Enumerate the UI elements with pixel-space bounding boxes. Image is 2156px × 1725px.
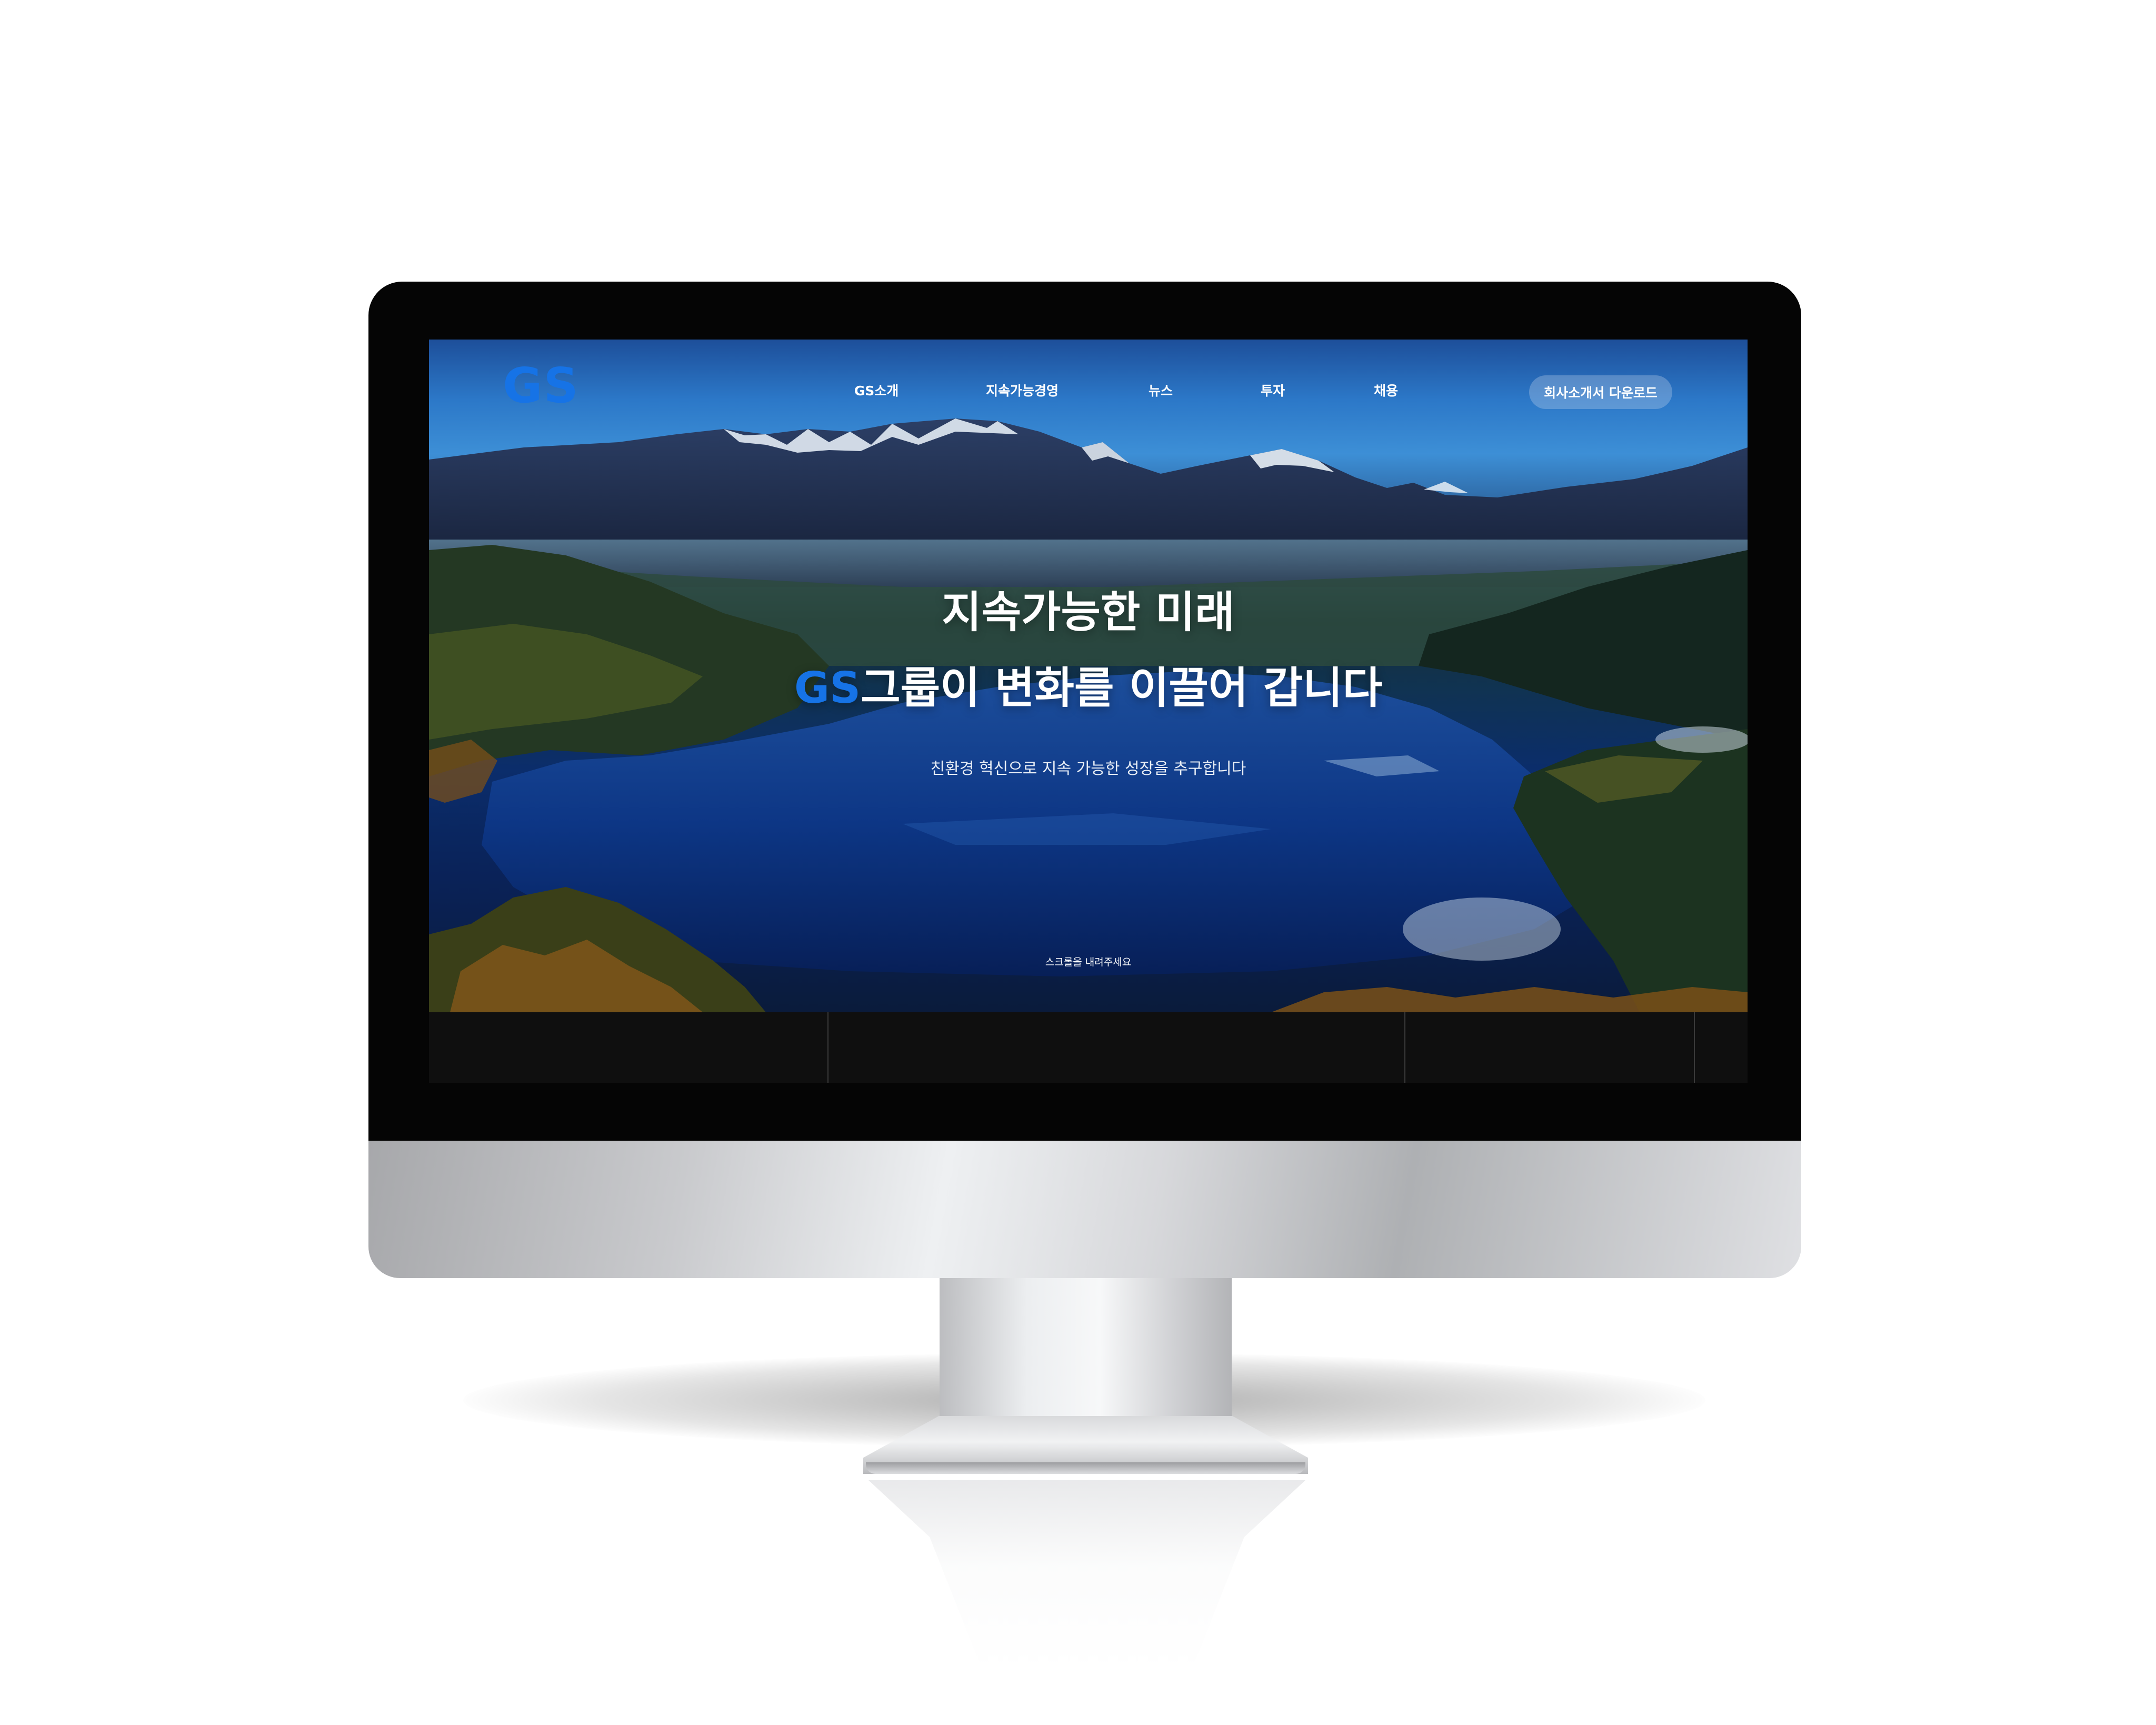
nav-item-sustainability[interactable]: 지속가능경영 [986, 381, 1059, 400]
panel-divider [1404, 1012, 1405, 1083]
nav-item-careers[interactable]: 채용 [1374, 381, 1398, 400]
monitor-stand-neck [940, 1278, 1232, 1417]
monitor-chin [368, 1140, 1801, 1278]
hero-title-line1: 지속가능한 미래 [942, 587, 1235, 637]
hero-title-line2: GS그룹이 변화를 이끌어 갑니다 [429, 667, 1748, 710]
hero-title-rest: 그룹이 변화를 이끌어 갑니다 [861, 663, 1383, 713]
website-screen: GS GS소개 지속가능경영 뉴스 투자 채용 회사소개서 다운로드 지속가능한… [429, 340, 1748, 1083]
panel-divider [1694, 1012, 1695, 1083]
hero-section: GS GS소개 지속가능경영 뉴스 투자 채용 회사소개서 다운로드 지속가능한… [429, 340, 1748, 1012]
next-section-panels [429, 1012, 1748, 1083]
monitor-stand-edge [866, 1462, 1305, 1474]
hero-title-brand: GS [794, 663, 861, 713]
nav-item-news[interactable]: 뉴스 [1149, 381, 1173, 400]
company-brochure-download-button[interactable]: 회사소개서 다운로드 [1529, 375, 1672, 409]
panel-divider [827, 1012, 829, 1083]
stand-reflection [869, 1480, 1305, 1670]
scroll-down-hint[interactable]: 스크롤을 내려주세요 [429, 954, 1748, 969]
nav-item-about[interactable]: GS소개 [854, 381, 899, 400]
hero-subtitle: 친환경 혁신으로 지속 가능한 성장을 추구합니다 [930, 760, 1246, 778]
nav-item-investment[interactable]: 투자 [1261, 381, 1285, 400]
